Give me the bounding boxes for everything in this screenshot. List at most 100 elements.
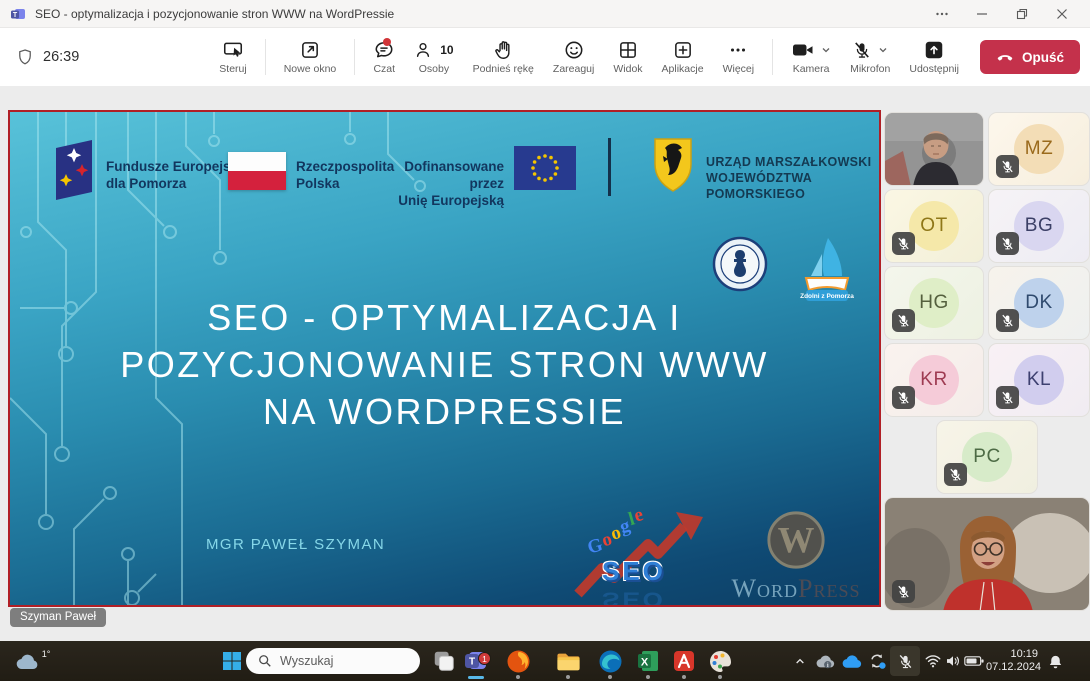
avatar: KR [909, 355, 959, 405]
participant-video [885, 498, 1090, 611]
participant-tile-kr[interactable]: KR [884, 343, 984, 417]
slide-title: SEO - OPTYMALIZACJA I POZYCJONOWANIE STR… [50, 294, 839, 435]
start-button[interactable] [216, 641, 248, 681]
avatar: HG [909, 278, 959, 328]
muted-mic-badge [892, 232, 915, 255]
control-button-osoby[interactable]: 10 Osoby [408, 35, 459, 79]
control-button-aplikacje[interactable]: Aplikacje [656, 35, 710, 79]
firefox-icon [506, 649, 531, 674]
control-label: Zareaguj [553, 64, 594, 75]
control-button-kamera[interactable]: Kamera [785, 35, 837, 79]
task-view-icon [432, 649, 456, 673]
paint-palette-icon [708, 649, 733, 674]
search-icon [258, 654, 272, 668]
control-button-nowe-okno[interactable]: Nowe okno [278, 35, 343, 79]
participant-tile-pc[interactable]: PC [936, 420, 1038, 494]
presenter-name-label: Szyman Paweł [10, 608, 106, 627]
window-titlebar: T SEO - optymalizacja i pozycjonowanie s… [0, 0, 1090, 28]
view-grid-icon [617, 39, 639, 61]
control-button-steruj[interactable]: Steruj [213, 35, 252, 79]
mic-chevron-down-icon[interactable] [878, 45, 888, 55]
window-more-button[interactable] [922, 0, 962, 28]
control-button-widok[interactable]: Widok [607, 35, 648, 79]
participant-tile-kl[interactable]: KL [988, 343, 1090, 417]
taskbar-clock[interactable]: 10:19 07.12.2024 [986, 641, 1038, 681]
control-button-udostepnij[interactable]: Udostępnij [903, 35, 965, 79]
camera-chevron-down-icon[interactable] [821, 45, 831, 55]
tray-notifications[interactable] [1042, 641, 1068, 681]
tray-wifi[interactable] [922, 641, 944, 681]
running-app-dot [682, 675, 686, 679]
muted-mic-badge [996, 155, 1019, 178]
chevron-up-icon [792, 653, 808, 669]
taskbar-acrobat-app[interactable] [666, 641, 702, 681]
window-title: SEO - optymalizacja i pozycjonowanie str… [35, 7, 394, 21]
cloud-info-icon: i [814, 651, 836, 671]
teams-app-icon: T [10, 6, 26, 22]
new-window-icon [299, 39, 321, 61]
control-button-zareaguj[interactable]: Zareaguj [547, 35, 600, 79]
svg-text:X: X [641, 657, 649, 669]
control-label: Więcej [723, 64, 755, 75]
control-label: Nowe okno [284, 64, 337, 75]
control-label: Mikrofon [850, 64, 890, 75]
participant-tile-bg[interactable]: BG [988, 189, 1090, 263]
participant-tile-hg[interactable]: HG [884, 266, 984, 340]
control-screen-icon [222, 39, 244, 61]
control-button-podnies-reke[interactable]: Podnieś rękę [467, 35, 540, 79]
taskbar-weather-widget[interactable]: 1° [10, 641, 54, 681]
participant-video [885, 113, 984, 186]
running-app-dot [718, 675, 722, 679]
participant-video-tile[interactable] [884, 112, 984, 186]
taskbar-excel-app[interactable]: X [630, 641, 666, 681]
close-icon [1056, 8, 1068, 20]
control-label: Widok [613, 64, 642, 75]
tray-battery[interactable] [962, 641, 986, 681]
tray-mic-muted[interactable] [890, 646, 920, 676]
running-app-dot [516, 675, 520, 679]
task-view-button[interactable] [428, 641, 460, 681]
svg-text:W: W [778, 520, 815, 561]
meeting-controls: Steruj Nowe okno Czat 10 Osoby [213, 28, 1080, 86]
tray-overflow-chevron[interactable] [788, 641, 812, 681]
excel-icon: X [636, 649, 660, 673]
taskbar-search-box[interactable]: Wyszukaj [246, 648, 420, 674]
active-app-indicator [468, 676, 484, 679]
participant-video-tile-presenter[interactable] [884, 497, 1090, 611]
taskbar-paint-app[interactable] [702, 641, 738, 681]
control-label: Aplikacje [662, 64, 704, 75]
participant-tile-mz[interactable]: MZ [988, 112, 1090, 186]
taskbar-edge-app[interactable] [592, 641, 628, 681]
wifi-icon [924, 653, 942, 669]
control-label: Osoby [419, 64, 449, 75]
camera-icon [791, 40, 815, 60]
tray-onedrive[interactable] [838, 641, 864, 681]
tray-weather-cloud[interactable]: i [812, 641, 838, 681]
control-button-czat[interactable]: Czat [367, 35, 401, 79]
tray-volume[interactable] [942, 641, 964, 681]
window-close-button[interactable] [1042, 0, 1082, 28]
avatar: MZ [1014, 124, 1064, 174]
participants-sidebar: MZ OT BG HG DK KR [884, 112, 1090, 612]
taskbar-explorer-app[interactable] [550, 641, 586, 681]
taskbar-firefox-app[interactable] [500, 641, 536, 681]
taskbar-teams-app[interactable]: T 1 [458, 641, 494, 681]
window-minimize-button[interactable] [962, 0, 1002, 28]
muted-mic-badge [892, 309, 915, 332]
participant-tile-dk[interactable]: DK [988, 266, 1090, 340]
participant-tile-ot[interactable]: OT [884, 189, 984, 263]
mic-off-icon [896, 236, 911, 251]
leave-button[interactable]: Opuść [980, 40, 1080, 74]
control-button-wiecej[interactable]: Więcej [717, 35, 761, 79]
meeting-timer: 26:39 [16, 28, 79, 86]
toolbar-divider [265, 39, 266, 75]
mic-off-icon [1000, 390, 1015, 405]
onedrive-cloud-icon [840, 652, 863, 670]
control-label: Czat [373, 64, 395, 75]
window-restore-button[interactable] [1002, 0, 1042, 28]
control-button-mikrofon[interactable]: Mikrofon [844, 35, 896, 79]
ellipsis-icon [935, 7, 949, 21]
tray-sync[interactable] [864, 641, 890, 681]
shield-icon [16, 48, 34, 66]
control-label: Kamera [793, 64, 830, 75]
